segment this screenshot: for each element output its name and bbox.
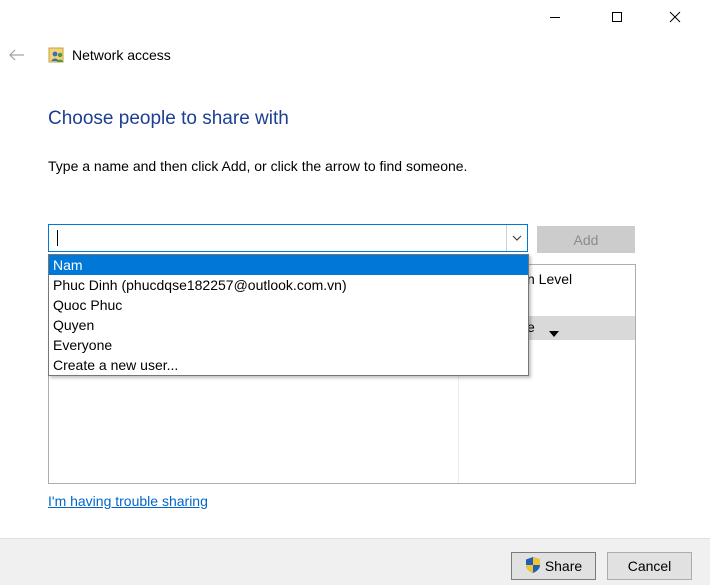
maximize-icon xyxy=(612,12,622,22)
uac-shield-icon xyxy=(525,556,541,577)
dropdown-item[interactable]: Quyen xyxy=(49,315,528,335)
add-button[interactable]: Add xyxy=(537,226,635,253)
dropdown-item[interactable]: Create a new user... xyxy=(49,355,528,375)
chevron-down-icon xyxy=(512,235,522,241)
close-icon xyxy=(669,11,681,23)
title-bar xyxy=(0,0,710,34)
instruction-text: Type a name and then click Add, or click… xyxy=(48,158,468,174)
name-dropdown-list: Nam Phuc Dinh (phucdqse182257@outlook.co… xyxy=(48,254,529,376)
dropdown-item[interactable]: Phuc Dinh (phucdqse182257@outlook.com.vn… xyxy=(49,275,528,295)
name-combobox[interactable] xyxy=(48,224,528,252)
cancel-button[interactable]: Cancel xyxy=(607,552,692,580)
back-button[interactable] xyxy=(6,44,28,66)
network-users-icon xyxy=(48,46,66,64)
triangle-down-icon[interactable] xyxy=(549,324,559,342)
dropdown-item[interactable]: Nam xyxy=(49,255,528,275)
dropdown-item[interactable]: Quoc Phuc xyxy=(49,295,528,315)
footer-bar: Share Cancel xyxy=(0,538,710,585)
share-button[interactable]: Share xyxy=(511,552,596,580)
back-arrow-icon xyxy=(9,49,24,61)
window-title: Network access xyxy=(72,47,171,63)
dropdown-item[interactable]: Everyone xyxy=(49,335,528,355)
share-button-label: Share xyxy=(544,558,583,574)
minimize-button[interactable] xyxy=(532,0,578,34)
trouble-sharing-link[interactable]: I'm having trouble sharing xyxy=(48,493,208,509)
combo-dropdown-button[interactable] xyxy=(506,225,527,251)
page-heading: Choose people to share with xyxy=(48,108,289,129)
maximize-button[interactable] xyxy=(594,0,640,34)
minimize-icon xyxy=(550,17,560,18)
close-button[interactable] xyxy=(652,0,698,34)
text-caret xyxy=(57,230,58,246)
permission-level-header-text: n Level xyxy=(527,271,573,287)
name-input[interactable] xyxy=(50,226,517,250)
